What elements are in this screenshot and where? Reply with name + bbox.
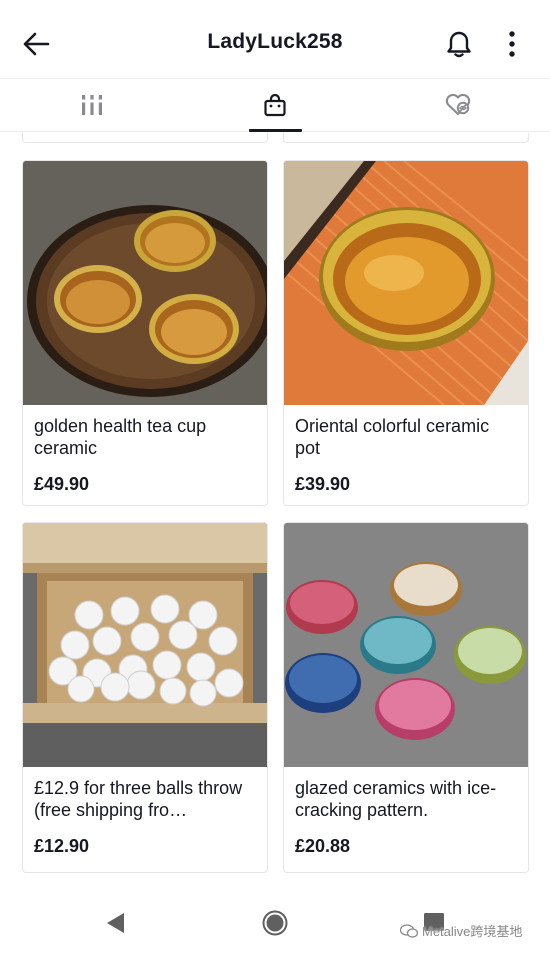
product-price: £49.90 bbox=[34, 474, 90, 494]
watermark-text: Metalive跨境基地 bbox=[422, 924, 523, 939]
wechat-icon bbox=[400, 923, 418, 938]
status-bar bbox=[0, 0, 550, 8]
notifications-button[interactable] bbox=[441, 26, 477, 62]
product-card[interactable]: golden health tea cup ceramic £49.90 bbox=[22, 160, 268, 506]
product-name: £12.9 for three balls throw (free shippi… bbox=[34, 778, 243, 820]
system-navigation-bar: Metalive跨境基地 bbox=[0, 878, 550, 954]
product-card-partial[interactable] bbox=[283, 133, 529, 143]
product-image bbox=[23, 523, 267, 767]
grid-bars-icon bbox=[82, 95, 102, 115]
tab-liked[interactable] bbox=[406, 79, 510, 131]
product-price: £39.90 bbox=[295, 474, 351, 494]
watermark: Metalive跨境基地 bbox=[400, 921, 522, 940]
product-name: golden health tea cup ceramic bbox=[34, 416, 207, 458]
product-name: Oriental colorful ceramic pot bbox=[295, 416, 490, 458]
product-image bbox=[284, 161, 528, 405]
hidden-heart-icon bbox=[445, 93, 471, 116]
product-price: £20.88 bbox=[295, 836, 351, 856]
shopping-bag-icon bbox=[264, 93, 286, 117]
bell-icon bbox=[447, 31, 471, 58]
circle-home-icon bbox=[262, 910, 288, 936]
system-home-button[interactable] bbox=[262, 910, 288, 941]
triangle-back-icon bbox=[107, 913, 124, 933]
product-card[interactable]: Oriental colorful ceramic pot £39.90 bbox=[283, 160, 529, 506]
product-name: glazed ceramics with ice-cracking patter… bbox=[295, 778, 497, 820]
product-card[interactable]: glazed ceramics with ice-cracking patter… bbox=[283, 522, 529, 873]
profile-tabs bbox=[0, 78, 550, 132]
tab-shop[interactable] bbox=[222, 79, 328, 131]
product-image bbox=[284, 523, 528, 767]
product-card[interactable]: £12.9 for three balls throw (free shippi… bbox=[22, 522, 268, 873]
product-image bbox=[23, 161, 267, 405]
top-header: LadyLuck258 bbox=[0, 8, 550, 78]
more-vertical-icon bbox=[509, 31, 515, 57]
tab-videos[interactable] bbox=[40, 79, 144, 131]
product-grid: golden health tea cup ceramic £49.90 Ori… bbox=[0, 133, 550, 878]
system-back-button[interactable] bbox=[104, 911, 126, 940]
product-price: £12.90 bbox=[34, 836, 90, 856]
selected-tab-indicator bbox=[249, 129, 302, 132]
product-card-partial[interactable] bbox=[22, 133, 268, 143]
more-options-button[interactable] bbox=[497, 26, 527, 62]
